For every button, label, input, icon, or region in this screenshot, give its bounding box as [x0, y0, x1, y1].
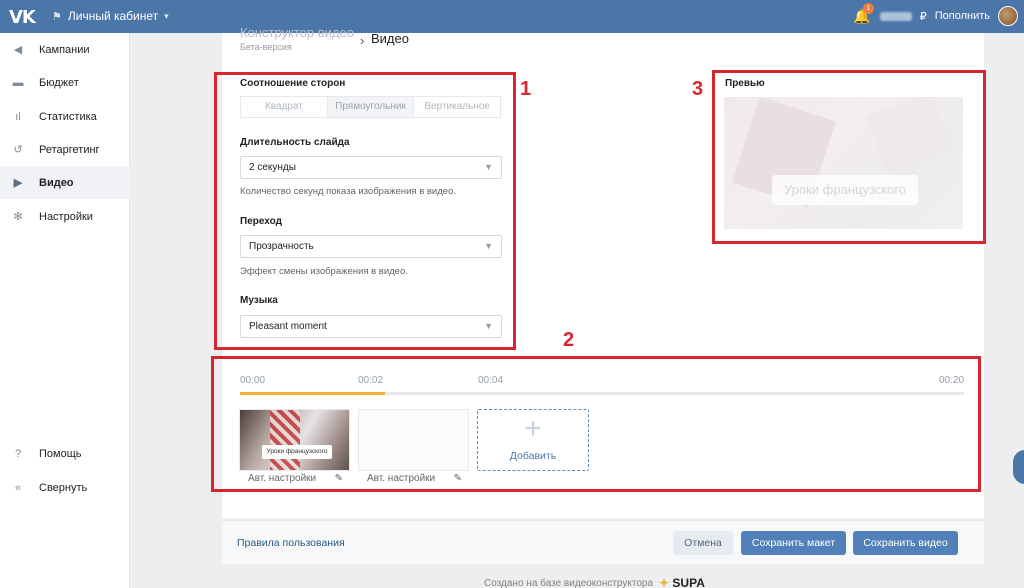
currency-symbol: ₽: [919, 10, 927, 23]
sidebar-item-label: Статистика: [39, 110, 97, 123]
bell-icon[interactable]: 🔔 1: [852, 3, 874, 26]
breadcrumb-parent-subtitle: Бета-версия: [240, 42, 292, 52]
topbar-right: 🔔 1 ₽ Пополнить: [852, 3, 1018, 26]
sidebar-item-settings[interactable]: ✻ Настройки: [0, 200, 130, 233]
top-bar: VK ⚑ Личный кабинет ▾ 🔔 1 ₽ Пополнить: [0, 0, 1024, 33]
breadcrumb-current: Видео: [371, 31, 409, 46]
gear-icon: ✻: [13, 211, 23, 223]
breadcrumb-separator-icon: ›: [360, 33, 365, 48]
vk-logo[interactable]: VK: [9, 7, 36, 28]
cabinet-switcher[interactable]: ⚑ Личный кабинет ▾: [52, 9, 169, 23]
avatar[interactable]: [998, 6, 1018, 26]
annotation-number: 1: [520, 78, 532, 100]
flag-icon: ⚑: [52, 10, 62, 23]
cabinet-label: Личный кабинет: [67, 9, 159, 23]
supa-star-icon: ✦: [659, 576, 670, 588]
supa-logo[interactable]: ✦ SUPA: [659, 576, 705, 588]
sidebar-item-label: Свернуть: [39, 481, 88, 494]
chart-icon: ıl: [15, 110, 21, 123]
floating-action-button[interactable]: [1013, 450, 1024, 484]
supa-brand: SUPA: [672, 576, 705, 588]
credits: Создано на базе видеоконструктора ✦ SUPA: [484, 576, 705, 588]
sidebar-item-label: Настройки: [39, 210, 93, 223]
sidebar-item-budget[interactable]: ▬ Бюджет: [0, 66, 130, 99]
action-bar: Правила пользования Отмена Сохранить мак…: [222, 520, 984, 564]
balance-amount-blurred: [879, 11, 912, 21]
sidebar-item-label: Помощь: [39, 447, 82, 460]
sidebar-item-statistics[interactable]: ıl Статистика: [0, 100, 130, 133]
sidebar-item-retargeting[interactable]: ↺ Ретаргетинг: [0, 133, 130, 166]
credits-text: Создано на базе видеоконструктора: [484, 577, 654, 588]
sidebar-item-label: Бюджет: [39, 76, 79, 89]
sidebar-item-help[interactable]: ? Помощь: [0, 437, 130, 470]
play-icon: ▶: [13, 177, 23, 189]
save-layout-button[interactable]: Сохранить макет: [741, 531, 846, 555]
sidebar-item-campaigns[interactable]: ◀ Кампании: [0, 33, 130, 66]
megaphone-icon: ◀: [13, 44, 23, 56]
wallet-icon: ▬: [12, 76, 24, 89]
sidebar-item-label: Кампании: [39, 43, 90, 56]
double-chevron-left-icon: «: [14, 481, 22, 494]
annotation-number: 3: [692, 78, 704, 100]
sidebar: ◀ Кампании ▬ Бюджет ıl Статистика ↺ Рета…: [0, 33, 130, 588]
annotation-box-preview: [712, 70, 986, 244]
save-video-button[interactable]: Сохранить видео: [853, 531, 958, 555]
chevron-down-icon: ▾: [164, 10, 169, 21]
notification-badge: 1: [862, 3, 874, 14]
annotation-number: 2: [563, 329, 575, 351]
sidebar-item-label: Ретаргетинг: [39, 143, 100, 156]
help-icon: ?: [14, 447, 22, 460]
sidebar-item-video[interactable]: ▶ Видео: [0, 166, 130, 199]
retarget-icon: ↺: [13, 144, 23, 156]
topup-link[interactable]: Пополнить: [935, 10, 990, 22]
annotation-box-settings: [214, 72, 516, 350]
sidebar-item-label: Видео: [39, 176, 74, 189]
user-rules-link[interactable]: Правила пользования: [237, 537, 345, 549]
breadcrumb-parent[interactable]: Конструктор видео: [240, 25, 354, 40]
annotation-box-timeline: [211, 356, 981, 492]
sidebar-item-collapse[interactable]: « Свернуть: [0, 471, 130, 504]
cancel-button[interactable]: Отмена: [673, 531, 733, 555]
